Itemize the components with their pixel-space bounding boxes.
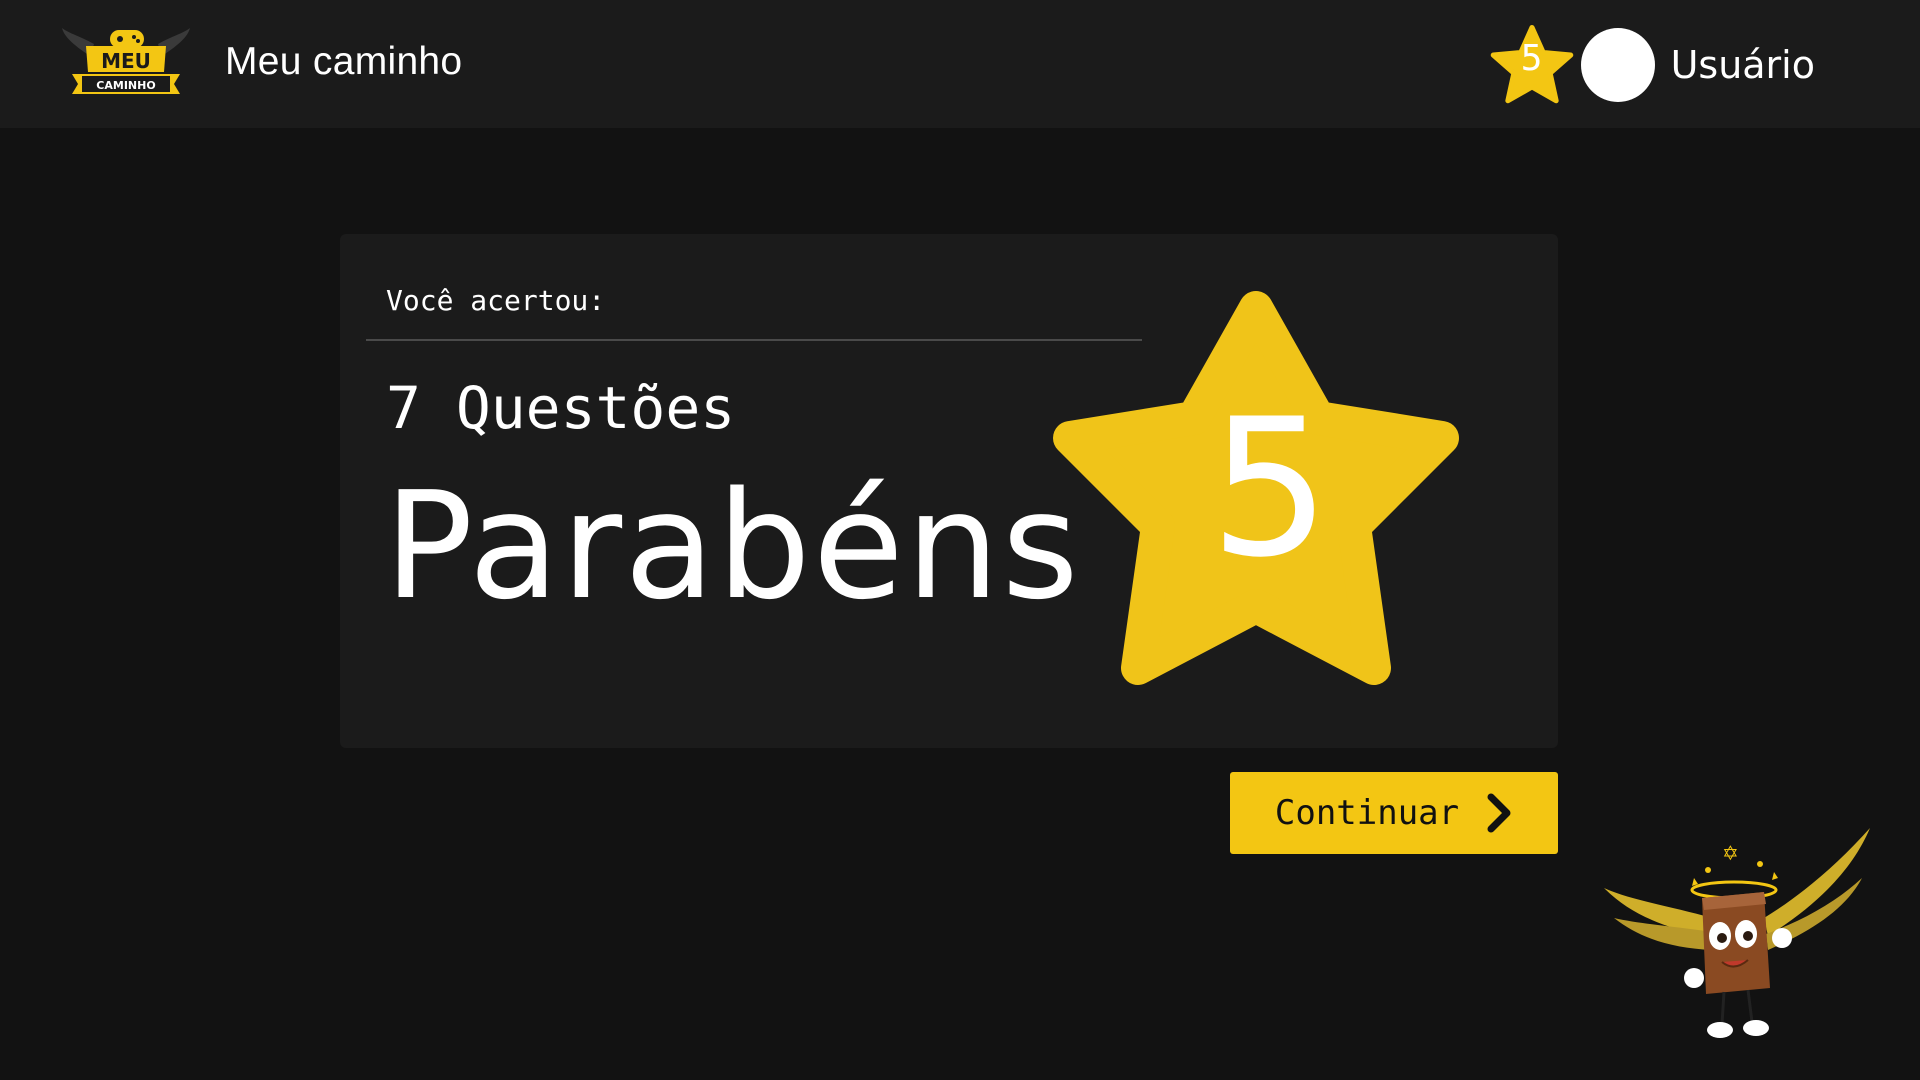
congratulations-message: Parabéns — [384, 460, 1081, 632]
continue-label: Continuar — [1274, 793, 1460, 833]
top-bar: MEU CAMINHO Meu caminho 5 Usuário — [0, 0, 1920, 128]
mascot-image: ✡ — [1600, 826, 1876, 1048]
svg-text:CAMINHO: CAMINHO — [96, 79, 155, 92]
divider — [366, 339, 1142, 341]
winged-book-mascot-icon: ✡ — [1604, 828, 1870, 1038]
user-name[interactable]: Usuário — [1671, 43, 1815, 87]
star-count-badge: 5 — [1489, 24, 1575, 106]
app-logo[interactable]: MEU CAMINHO — [60, 26, 192, 106]
svg-text:MEU: MEU — [101, 49, 151, 73]
app-title: Meu caminho — [225, 40, 463, 83]
svg-text:✡: ✡ — [1722, 841, 1739, 865]
earned-stars: 5 — [1209, 378, 1331, 599]
continue-button[interactable]: Continuar — [1230, 772, 1558, 854]
game-controller-logo-icon: MEU CAMINHO — [62, 28, 190, 94]
avatar[interactable] — [1580, 28, 1655, 102]
user-area: 5 Usuário — [1489, 22, 1815, 108]
star-count: 5 — [1520, 38, 1543, 79]
result-card: Você acertou: 7 Questões Parabéns 5 — [340, 234, 1558, 748]
chevron-right-icon — [1487, 793, 1511, 833]
result-label: Você acertou: — [386, 284, 606, 317]
correct-answers-count: 7 Questões — [386, 374, 736, 442]
